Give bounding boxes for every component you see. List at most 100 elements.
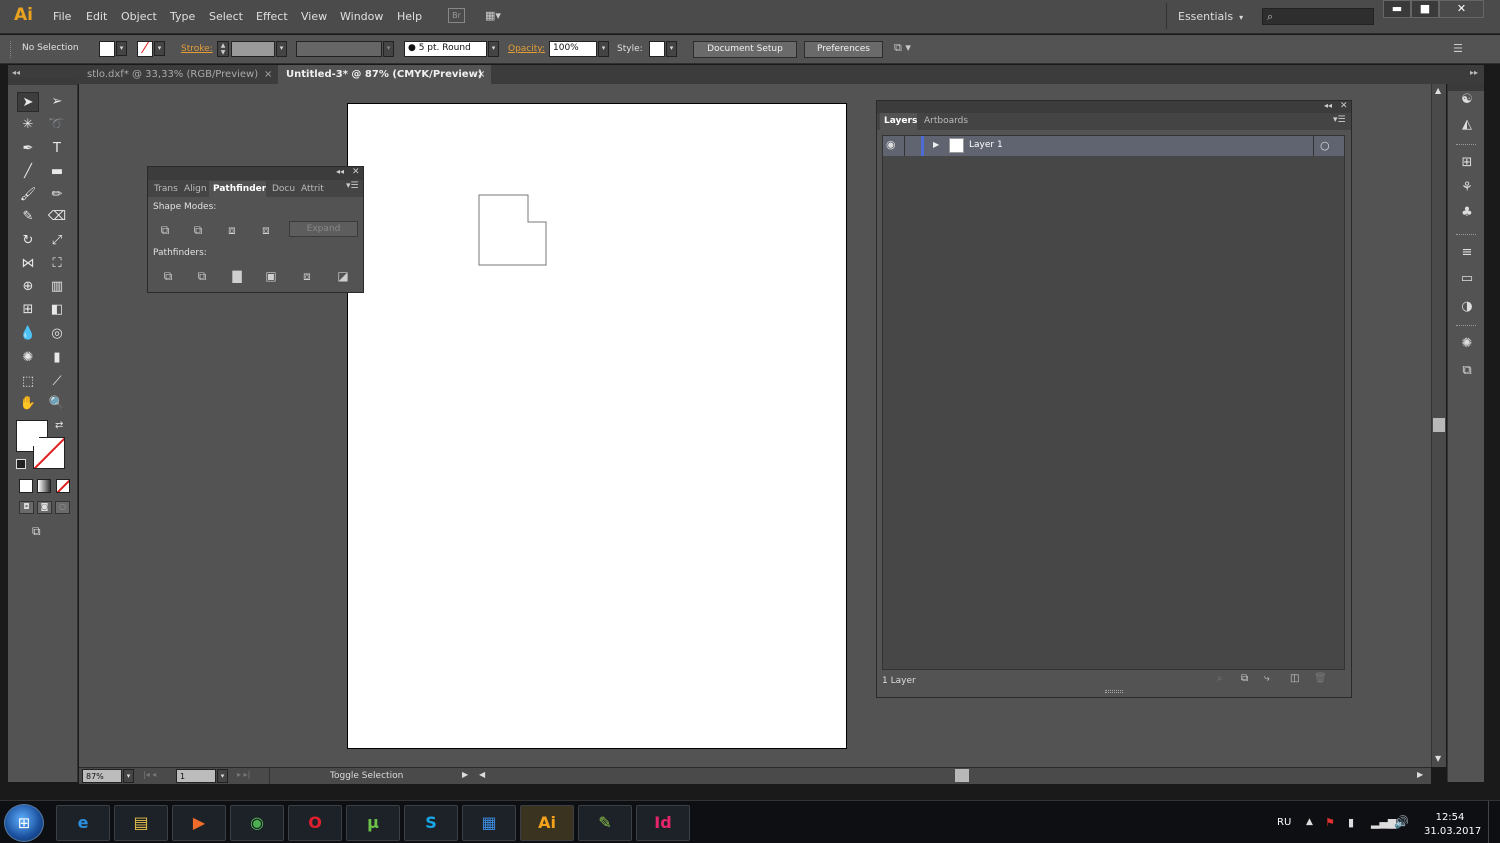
exclude-icon[interactable]: ⧈	[258, 222, 274, 238]
pencil-tool-icon[interactable]: ✏	[46, 185, 68, 205]
scroll-up-icon[interactable]: ▲	[1435, 86, 1441, 95]
paintbrush-tool-icon[interactable]: 🖌	[17, 185, 39, 205]
menu-object[interactable]: Object	[121, 10, 157, 23]
scroll-left-icon[interactable]: ◀	[479, 770, 485, 779]
arrange-documents-icon[interactable]: ▦▾	[485, 8, 511, 23]
perspective-grid-tool-icon[interactable]: ▥	[46, 277, 68, 297]
intersect-icon[interactable]: ⧈	[224, 222, 240, 238]
target-circle-icon[interactable]: ○	[1320, 139, 1330, 152]
screen-mode-icon[interactable]: ⧉	[32, 524, 52, 539]
line-tool-icon[interactable]: ╱	[17, 162, 39, 182]
close-icon[interactable]: ✕	[1340, 101, 1348, 111]
grip-handle[interactable]	[10, 41, 13, 58]
resize-grip[interactable]	[1105, 690, 1123, 693]
minus-back-icon[interactable]: ◪	[335, 268, 351, 284]
drawn-shape[interactable]	[478, 194, 547, 266]
mesh-tool-icon[interactable]: ⊞	[17, 300, 39, 320]
status-menu-icon[interactable]: ▶	[462, 770, 468, 779]
tab-align[interactable]: Align	[184, 181, 208, 197]
minus-front-icon[interactable]: ⧉	[190, 222, 206, 238]
zoom-tool-icon[interactable]: 🔍	[46, 394, 68, 414]
artboard-tool-icon[interactable]: ⬚	[17, 372, 39, 392]
vertical-scrollbar[interactable]: ▲ ▼	[1431, 84, 1446, 767]
stroke-swatch[interactable]: ⁄	[137, 41, 153, 57]
symbol-sprayer-tool-icon[interactable]: ✺	[17, 348, 39, 368]
crop-icon[interactable]: ▣	[263, 268, 279, 284]
tray-expand-icon[interactable]: ▲	[1306, 817, 1313, 827]
brush-dropdown[interactable]: ▾	[488, 41, 499, 57]
unite-icon[interactable]: ⧉	[157, 222, 173, 238]
expand-button[interactable]: Expand	[289, 221, 358, 237]
fill-dropdown[interactable]: ▾	[116, 41, 127, 56]
collapse-icon[interactable]: ◂◂	[1324, 101, 1332, 110]
menu-file[interactable]: File	[53, 10, 71, 23]
first-artboard-icon[interactable]: |◂ ◂	[143, 770, 156, 779]
slice-tool-icon[interactable]: ⟋	[46, 372, 68, 392]
layers-header[interactable]: ◂◂ ✕	[877, 101, 1351, 113]
tab-document-info[interactable]: Docu	[272, 181, 296, 197]
close-icon[interactable]: ×	[264, 65, 272, 84]
pathfinder-header[interactable]: ◂◂ ✕	[148, 167, 363, 180]
blend-tool-icon[interactable]: ◎	[46, 324, 68, 344]
stroke-swatch-dropdown[interactable]: ▾	[154, 41, 165, 56]
opacity-input[interactable]: 100%	[549, 41, 597, 57]
opacity-dropdown[interactable]: ▾	[598, 41, 609, 57]
artboard-number-input[interactable]: 1	[176, 769, 216, 783]
eye-icon[interactable]: ◉	[886, 138, 896, 151]
taskbar-opera-button[interactable]: O	[288, 805, 342, 841]
brush-definition-input[interactable]: ● 5 pt. Round	[404, 41, 487, 57]
gradient-panel-icon[interactable]: ▭	[1457, 270, 1477, 288]
collapse-icon[interactable]: ◂◂	[336, 167, 344, 176]
minimize-button[interactable]: ▬	[1383, 0, 1411, 18]
fill-swatch[interactable]	[99, 41, 115, 57]
clipping-mask-icon[interactable]: ⧉	[1241, 673, 1248, 684]
last-artboard-icon[interactable]: ▸ ▸|	[237, 770, 250, 779]
stroke-weight-dropdown[interactable]: ▾	[276, 41, 287, 57]
type-tool-icon[interactable]: T	[46, 139, 68, 159]
stroke-weight-input[interactable]	[231, 41, 275, 57]
taskbar-notepad-plus-button[interactable]: ✎	[578, 805, 632, 841]
isolate-icon[interactable]: ⧉ ▾	[894, 41, 924, 57]
rotate-tool-icon[interactable]: ↻	[17, 231, 39, 251]
action-center-icon[interactable]: ⚑	[1325, 816, 1335, 829]
menu-view[interactable]: View	[301, 10, 327, 23]
taskbar-file-explorer-button[interactable]: ▤	[114, 805, 168, 841]
trim-icon[interactable]: ⧉	[194, 268, 210, 284]
expand-triangle-icon[interactable]: ▶	[933, 140, 939, 149]
taskbar-archive-tool-button[interactable]: ▦	[462, 805, 516, 841]
volume-icon[interactable]: 🔊	[1394, 815, 1409, 829]
layer-row[interactable]: ◉ ▶ Layer 1 ○	[883, 136, 1344, 156]
scroll-down-icon[interactable]: ▼	[1435, 754, 1441, 763]
transparency-icon[interactable]: ◑	[1457, 298, 1477, 316]
color-guide-icon[interactable]: ☯	[1457, 91, 1477, 109]
close-button[interactable]: ✕	[1439, 0, 1484, 18]
color-icon[interactable]: ◭	[1457, 116, 1477, 134]
column-graph-tool-icon[interactable]: ▮	[46, 348, 68, 368]
lasso-tool-icon[interactable]: ➰	[46, 115, 68, 135]
gradient-mode-icon[interactable]	[37, 479, 51, 493]
menu-select[interactable]: Select	[209, 10, 243, 23]
hand-tool-icon[interactable]: ✋	[17, 394, 39, 414]
menu-edit[interactable]: Edit	[86, 10, 107, 23]
tab-pathfinder[interactable]: Pathfinder	[209, 181, 266, 197]
locate-object-icon[interactable]: ⌕	[1217, 673, 1223, 684]
tab-untitled-3[interactable]: Untitled-3* @ 87% (CMYK/Preview) ×	[278, 65, 491, 84]
graphic-styles-icon[interactable]: ⧉	[1457, 362, 1477, 380]
stroke-stepper[interactable]: ▲ ▼	[217, 41, 229, 57]
vertical-scroll-thumb[interactable]	[1433, 418, 1445, 432]
horizontal-scroll-thumb[interactable]	[955, 769, 969, 782]
tab-attributes[interactable]: Attrit	[301, 181, 329, 197]
draw-inside-icon[interactable]: ○	[55, 501, 70, 514]
brushes-icon[interactable]: ⚘	[1457, 179, 1477, 197]
variable-width-dropdown[interactable]: ▾	[383, 41, 394, 57]
taskbar-media-player-button[interactable]: ▶	[172, 805, 226, 841]
taskbar-indesign-button[interactable]: Id	[636, 805, 690, 841]
selection-tool-icon[interactable]: ➤	[17, 92, 39, 112]
style-swatch[interactable]	[649, 41, 665, 57]
divide-icon[interactable]: ⧉	[160, 268, 176, 284]
tab-transform[interactable]: Trans	[154, 181, 178, 197]
direct-selection-tool-icon[interactable]: ➢	[46, 92, 68, 112]
language-indicator[interactable]: RU	[1277, 817, 1291, 828]
draw-normal-icon[interactable]: ◘	[19, 501, 34, 514]
tab-stlo[interactable]: stlo.dxf* @ 33,33% (RGB/Preview) ×	[79, 65, 277, 84]
